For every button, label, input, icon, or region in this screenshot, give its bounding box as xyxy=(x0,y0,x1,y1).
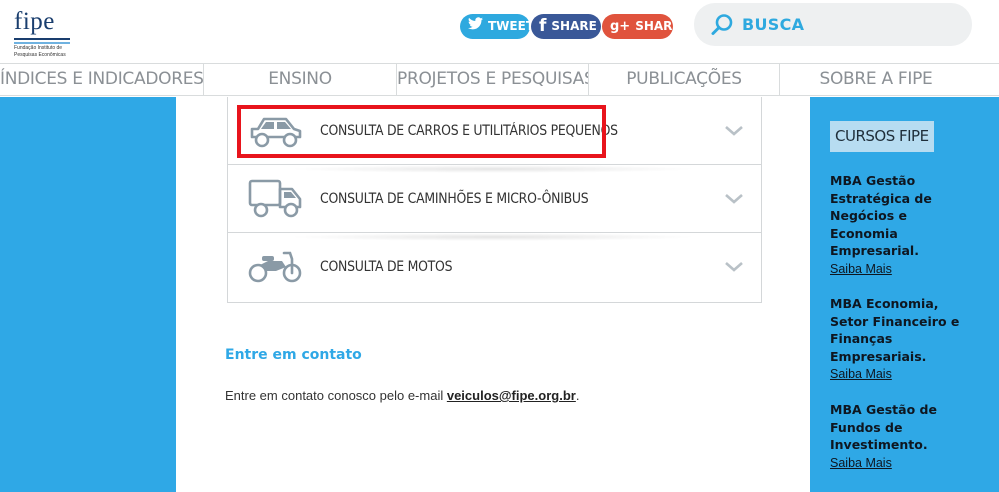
facebook-share-button[interactable]: f SHARE xyxy=(531,14,601,39)
vehicle-row-label: CONSULTA DE CAMINHÕES E MICRO-ÔNIBUS xyxy=(320,191,589,207)
logo-subtitle-line1: Fundação Instituto de xyxy=(14,45,63,51)
course-title[interactable]: MBA Gestão de Fundos de Investimento. xyxy=(830,401,970,454)
vehicle-row-label: CONSULTA DE MOTOS xyxy=(320,259,453,275)
facebook-share-label: SHARE xyxy=(551,19,597,33)
search-box[interactable]: BUSCA xyxy=(694,3,972,46)
contact-text: Entre em contato conosco pelo e-mail vei… xyxy=(225,388,579,403)
google-plus-share-label: SHARE xyxy=(635,19,681,33)
saiba-mais-link[interactable]: Saiba Mais xyxy=(830,261,892,278)
course-item: MBA Economia, Setor Financeiro e Finança… xyxy=(830,295,970,383)
nav-item-sobre[interactable]: SOBRE A FIPE xyxy=(780,64,972,95)
saiba-mais-link[interactable]: Saiba Mais xyxy=(830,455,892,472)
car-icon xyxy=(250,117,302,148)
nav-item-publicacoes[interactable]: PUBLICAÇÕES xyxy=(589,64,780,95)
saiba-mais-link[interactable]: Saiba Mais xyxy=(830,366,892,383)
contact-sentence-end: . xyxy=(575,388,580,403)
course-title[interactable]: MBA Economia, Setor Financeiro e Finança… xyxy=(830,295,970,365)
row-divider-shadow xyxy=(288,165,698,173)
google-plus-icon: g+ xyxy=(610,19,631,34)
facebook-f-icon: f xyxy=(539,16,547,36)
courses-heading: CURSOS FIPE xyxy=(830,121,934,152)
logo-rule-dark xyxy=(14,38,70,40)
twitter-bird-icon xyxy=(468,14,483,39)
course-title[interactable]: MBA Gestão Estratégica de Negócios e Eco… xyxy=(830,172,970,260)
truck-icon xyxy=(248,179,302,218)
contact-email-link[interactable]: veiculos@fipe.org.br xyxy=(447,388,576,403)
nav-item-ensino[interactable]: ENSINO xyxy=(204,64,397,95)
site-header: fipe Fundação Instituto de Pesquisas Eco… xyxy=(0,0,999,63)
chevron-down-icon xyxy=(725,126,743,136)
tweet-label: TWEET xyxy=(488,19,535,33)
nav-item-projetos[interactable]: PROJETOS E PESQUISAS xyxy=(397,64,589,95)
main-navigation: ÍNDICES E INDICADORES ENSINO PROJETOS E … xyxy=(0,63,999,96)
vehicle-row-cars[interactable]: CONSULTA DE CARROS E UTILITÁRIOS PEQUENO… xyxy=(228,97,761,165)
search-icon xyxy=(711,13,733,35)
course-item: MBA Gestão de Fundos de Investimento. Sa… xyxy=(830,401,970,472)
chevron-down-icon xyxy=(725,262,743,272)
motorcycle-icon xyxy=(248,251,302,283)
course-item: MBA Gestão Estratégica de Negócios e Eco… xyxy=(830,172,970,278)
tweet-button[interactable]: TWEET xyxy=(460,14,534,39)
vehicle-row-label: CONSULTA DE CARROS E UTILITÁRIOS PEQUENO… xyxy=(320,123,618,139)
contact-heading: Entre em contato xyxy=(225,347,362,363)
nav-item-indices[interactable]: ÍNDICES E INDICADORES xyxy=(0,64,204,95)
vehicle-row-trucks[interactable]: CONSULTA DE CAMINHÕES E MICRO-ÔNIBUS xyxy=(228,165,761,233)
vehicle-row-motorcycles[interactable]: CONSULTA DE MOTOS xyxy=(228,233,761,301)
chevron-down-icon xyxy=(725,194,743,204)
contact-sentence: Entre em contato conosco pelo e-mail xyxy=(225,388,447,403)
search-label: BUSCA xyxy=(742,15,805,34)
row-divider-shadow xyxy=(288,233,698,241)
logo-wordmark: fipe xyxy=(14,8,55,35)
logo-rule-light xyxy=(14,42,70,44)
vehicle-consult-list: CONSULTA DE CARROS E UTILITÁRIOS PEQUENO… xyxy=(227,97,762,303)
logo-subtitle-line2: Pesquisas Econômicas xyxy=(14,52,66,58)
left-blue-panel xyxy=(0,97,176,492)
fipe-logo[interactable]: fipe Fundação Instituto de Pesquisas Eco… xyxy=(14,8,74,58)
google-plus-share-button[interactable]: g+ SHARE xyxy=(602,14,681,39)
